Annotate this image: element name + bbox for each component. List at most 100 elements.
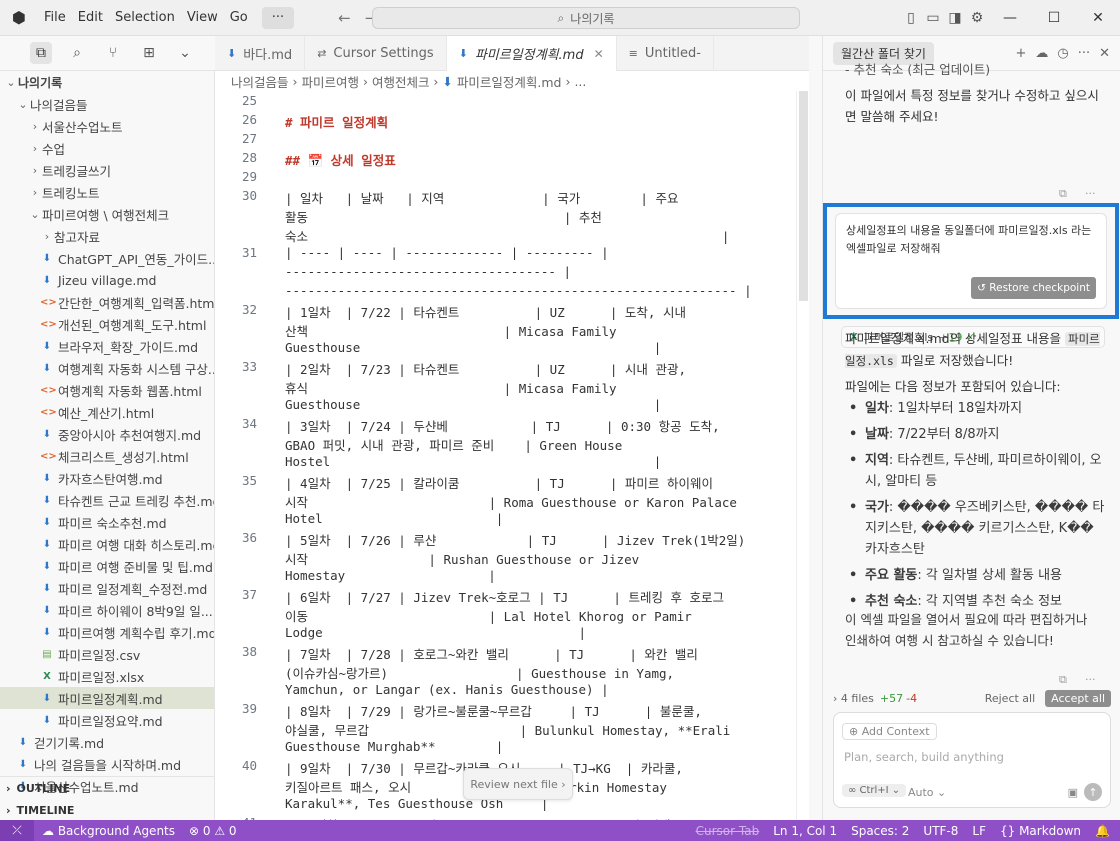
tab-pamir-plan[interactable]: ⬇ 파미르일정계획.md ✕ [446, 36, 617, 71]
code-line[interactable]: Guesthouse Murghab** | [285, 739, 769, 754]
code-line[interactable]: ## 📅 상세 일정표 [285, 150, 769, 169]
file-item[interactable]: ⬇ 파미르 하이웨이 8박9일 일.... [0, 599, 214, 621]
code-line[interactable]: 산책 | Micasa Family [285, 321, 769, 340]
code-line[interactable]: ----------------------------------------… [285, 283, 769, 298]
file-item[interactable]: <> 여행계획 자동화 웹폼.html [0, 379, 214, 401]
code-line[interactable]: | 일차 | 날짜 | 지역 | 국가 | 주요 [285, 188, 769, 207]
copy-icon[interactable]: ⧉ [1059, 183, 1067, 204]
bell-icon[interactable]: 🔔 [1095, 824, 1110, 838]
file-item[interactable]: ⬇ 브라우저_확장_가이드.md [0, 335, 214, 357]
code-line[interactable]: 휴식 | Micasa Family [285, 378, 769, 397]
code-line[interactable]: Yamchun, or Langar (ex. Hanis Guesthouse… [285, 682, 769, 697]
reject-all-button[interactable]: Reject all [985, 692, 1035, 705]
language-mode[interactable]: {} Markdown [1000, 824, 1081, 838]
breadcrumb-item[interactable]: 파미르여행 [301, 72, 359, 91]
add-context-button[interactable]: ⊕ Add Context [842, 723, 937, 740]
remote-icon[interactable]: ⤫ [0, 820, 34, 841]
model-selector[interactable]: Auto ⌄ [908, 786, 946, 799]
code-line[interactable]: (이슈카심~랑가르) | Guesthouse in Yamg, [285, 663, 769, 682]
file-item[interactable]: ⬇ 걷기기록.md [0, 731, 214, 753]
code-line[interactable]: Hostel | [285, 454, 769, 469]
folder-item[interactable]: ⌄ 나의걸음들 [0, 93, 214, 115]
more-icon[interactable]: ··· [1085, 673, 1096, 686]
more-icon[interactable]: ··· [1085, 183, 1096, 204]
indentation[interactable]: Spaces: 2 [851, 824, 909, 838]
outline-section[interactable]: › OUTLINE [0, 777, 214, 799]
folder-item[interactable]: › 수업 [0, 137, 214, 159]
chat-input-placeholder[interactable]: Plan, search, build anything [844, 750, 1004, 764]
review-next-file-button[interactable]: Review next file › [463, 768, 573, 800]
file-item[interactable]: ⬇ 파미르 일정계획_수정전.md [0, 577, 214, 599]
code-line[interactable]: 시작 | Rushan Guesthouse or Jizev [285, 549, 769, 568]
file-item[interactable]: ⬇ 파미르 여행 대화 히스토리.md [0, 533, 214, 555]
code-line[interactable]: | 3일차 | 7/24 | 두샨베 | TJ | 0:30 항공 도착, [285, 416, 769, 435]
code-line[interactable]: 숙소 | [285, 226, 769, 245]
folder-item[interactable]: › 트레킹글쓰기 [0, 159, 214, 181]
menu-file[interactable]: File [38, 7, 72, 29]
extensions-icon[interactable]: ⊞ [138, 42, 160, 64]
chevron-down-icon[interactable]: ⌄ [174, 42, 196, 64]
tab-untitled[interactable]: ≡ Untitled- [617, 36, 714, 71]
close-window-button[interactable]: ✕ [1076, 0, 1120, 36]
code-line[interactable]: | 4일차 | 7/25 | 칼라이쿰 | TJ | 파미르 하이웨이 [285, 473, 769, 492]
file-item[interactable]: ⬇ 카자흐스탄여행.md [0, 467, 214, 489]
file-item[interactable]: ⬇ 여행계획 자동화 시스템 구상.... [0, 357, 214, 379]
menu-view[interactable]: View [181, 7, 224, 29]
code-line[interactable]: # 파미르 일정계획 [285, 112, 769, 131]
file-item[interactable]: ⬇ 파미르 여행 준비물 및 팁.md [0, 555, 214, 577]
toggle-primary-sidebar-icon[interactable]: ▯ [900, 0, 922, 36]
breadcrumb-item[interactable]: 파미르일정계획.md [457, 72, 562, 91]
code-line[interactable]: ------------------------------------ | [285, 264, 769, 279]
code-line[interactable]: 이동 | Lal Hotel Khorog or Pamir [285, 606, 769, 625]
file-item[interactable]: ⬇ 파미르일정계획.md [0, 687, 214, 709]
file-item[interactable]: ⬇ Jizeu village.md [0, 269, 214, 291]
cursor-tab-status[interactable]: Cursor Tab [696, 824, 760, 838]
folder-item[interactable]: ⌄ 파미르여행 \ 여행전체크 [0, 203, 214, 225]
tab-cursor-settings[interactable]: ⇄ Cursor Settings [305, 36, 447, 71]
back-arrow-icon[interactable]: ← [338, 9, 351, 27]
code-line[interactable]: Guesthouse | [285, 397, 769, 412]
restore-checkpoint-button[interactable]: ↺ Restore checkpoint [971, 277, 1096, 299]
code-line[interactable]: Lodge | [285, 625, 769, 640]
image-icon[interactable]: ▣ [1068, 786, 1078, 799]
file-item[interactable]: ⬇ ChatGPT_API_연동_가이드.... [0, 247, 214, 269]
code-line[interactable]: | 6일차 | 7/27 | Jizev Trek~호로그 | TJ | 트레킹… [285, 587, 769, 606]
settings-gear-icon[interactable]: ⚙ [966, 0, 988, 36]
file-item[interactable]: ⬇ 타슈켄트 근교 트레킹 추천.md [0, 489, 214, 511]
folder-item[interactable]: › 참고자료 [0, 225, 214, 247]
breadcrumb-item[interactable]: 여행전체크 [372, 72, 430, 91]
code-line[interactable]: 시작 | Roma Guesthouse or Karon Palace [285, 492, 769, 511]
file-item[interactable]: ⬇ 중앙아시아 추천여행지.md [0, 423, 214, 445]
menu-selection[interactable]: Selection [109, 7, 181, 29]
code-line[interactable]: | 1일차 | 7/22 | 타슈켄트 | UZ | 도착, 시내 [285, 302, 769, 321]
file-item[interactable]: ▤ 파미르일정.csv [0, 643, 214, 665]
maximize-button[interactable]: ☐ [1032, 0, 1076, 36]
encoding[interactable]: UTF-8 [923, 824, 958, 838]
timeline-section[interactable]: › TIMELINE [0, 799, 214, 820]
tab-bada[interactable]: ⬇ 바다.md [215, 36, 306, 71]
search-icon[interactable]: ⌕ [66, 42, 88, 64]
code-line[interactable]: GBAO 퍼밋, 시내 관광, 파미르 준비 | Green House [285, 435, 769, 454]
code-line[interactable]: Homestay | [285, 568, 769, 583]
line-ending[interactable]: LF [972, 824, 986, 838]
menu-more-button[interactable]: ··· [261, 6, 295, 29]
breadcrumb-item[interactable]: ... [574, 74, 586, 89]
toggle-panel-icon[interactable]: ▭ [922, 0, 944, 36]
code-line[interactable]: | ---- | ---- | ------------- | --------… [285, 245, 769, 260]
file-item[interactable]: <> 개선된_여행계획_도구.html [0, 313, 214, 335]
code-line[interactable]: | 8일차 | 7/29 | 랑가르~불룬쿨~무르갑 | TJ | 불룬쿨, [285, 701, 769, 720]
command-center-search[interactable]: ⌕ 나의기록 [372, 7, 800, 29]
file-item[interactable]: ⬇ 나의 걸음들을 시작하며.md [0, 753, 214, 775]
folder-item[interactable]: › 트레킹노트 [0, 181, 214, 203]
chat-input-box[interactable]: ⊕ Add Context Plan, search, build anythi… [833, 712, 1111, 808]
folder-item[interactable]: › 서울산수업노트 [0, 115, 214, 137]
minimize-button[interactable]: — [988, 0, 1032, 36]
breadcrumb-item[interactable]: 나의걸음들 [231, 72, 289, 91]
code-line[interactable]: Guesthouse | [285, 340, 769, 355]
pending-files-toggle[interactable]: › 4 files [833, 692, 874, 705]
file-item[interactable]: <> 간단한_여행계획_입력폼.html [0, 291, 214, 313]
file-item[interactable]: ⬇ 파미르 숙소추천.md [0, 511, 214, 533]
menu-edit[interactable]: Edit [72, 7, 109, 29]
cursor-position[interactable]: Ln 1, Col 1 [773, 824, 837, 838]
problems-count[interactable]: ⊗ 0 ⚠ 0 [189, 824, 237, 838]
